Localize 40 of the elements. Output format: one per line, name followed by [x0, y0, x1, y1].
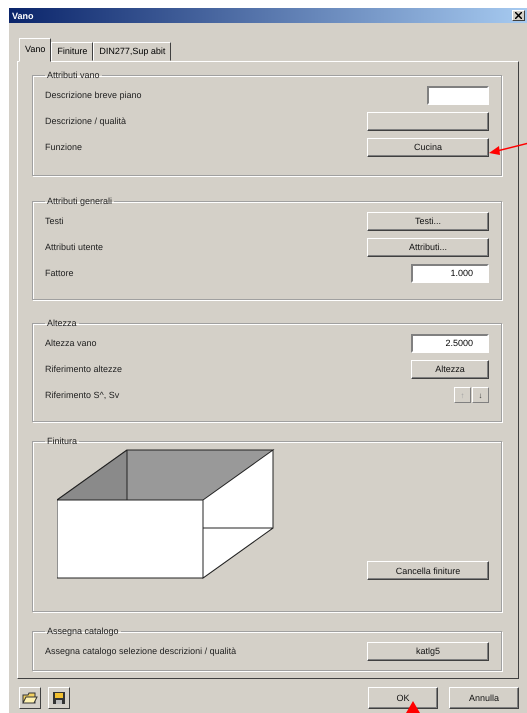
- save-button[interactable]: [48, 687, 70, 709]
- action-button[interactable]: Cancella finiture: [367, 561, 489, 580]
- group-title: Attributi generali: [46, 196, 114, 206]
- field-label: Altezza vano: [45, 338, 97, 348]
- action-button[interactable]: Testi...: [367, 212, 489, 230]
- field-label: Attributi utente: [45, 242, 104, 252]
- folder-icon: [22, 691, 38, 705]
- field-label: Fattore: [45, 268, 74, 278]
- tab[interactable]: DIN277,Sup abit: [93, 42, 172, 61]
- text-field[interactable]: 2.5000: [411, 334, 489, 352]
- field-label: Descrizione breve piano: [45, 90, 142, 100]
- group-title: Finitura: [46, 436, 78, 446]
- close-icon: [515, 12, 522, 19]
- action-button[interactable]: katlg5: [367, 642, 489, 660]
- action-button[interactable]: [367, 112, 489, 130]
- spin-button[interactable]: ↓: [472, 387, 489, 403]
- action-button[interactable]: Cucina: [367, 138, 489, 156]
- tab[interactable]: Finiture: [51, 42, 94, 61]
- dialog-button[interactable]: OK: [368, 687, 438, 709]
- field-label: Testi: [45, 216, 64, 226]
- dialog-button[interactable]: Annulla: [449, 687, 519, 709]
- text-field[interactable]: 1.000: [411, 264, 489, 282]
- field-label: Funzione: [45, 142, 82, 152]
- tab[interactable]: Vano: [19, 38, 52, 62]
- window-title: Vano: [12, 10, 34, 20]
- close-button[interactable]: [512, 10, 525, 21]
- group-title: Altezza: [46, 318, 78, 328]
- group-title: Assegna catalogo: [46, 626, 120, 636]
- field-label: Assegna catalogo selezione descrizioni / qualità: [45, 646, 236, 656]
- arrow-annotation: [406, 701, 420, 713]
- group-title: Attributi vano: [46, 70, 101, 80]
- text-field[interactable]: [427, 86, 489, 104]
- action-button[interactable]: Altezza: [411, 360, 489, 378]
- arrow-annotation: [489, 141, 527, 155]
- field-label: Descrizione / qualità: [45, 116, 126, 126]
- field-label: Riferimento S^, Sv: [45, 390, 120, 400]
- field-label: Riferimento altezze: [45, 364, 122, 374]
- action-button[interactable]: Attributi...: [367, 238, 489, 256]
- save-icon: [52, 691, 66, 705]
- open-folder-button[interactable]: [19, 687, 41, 709]
